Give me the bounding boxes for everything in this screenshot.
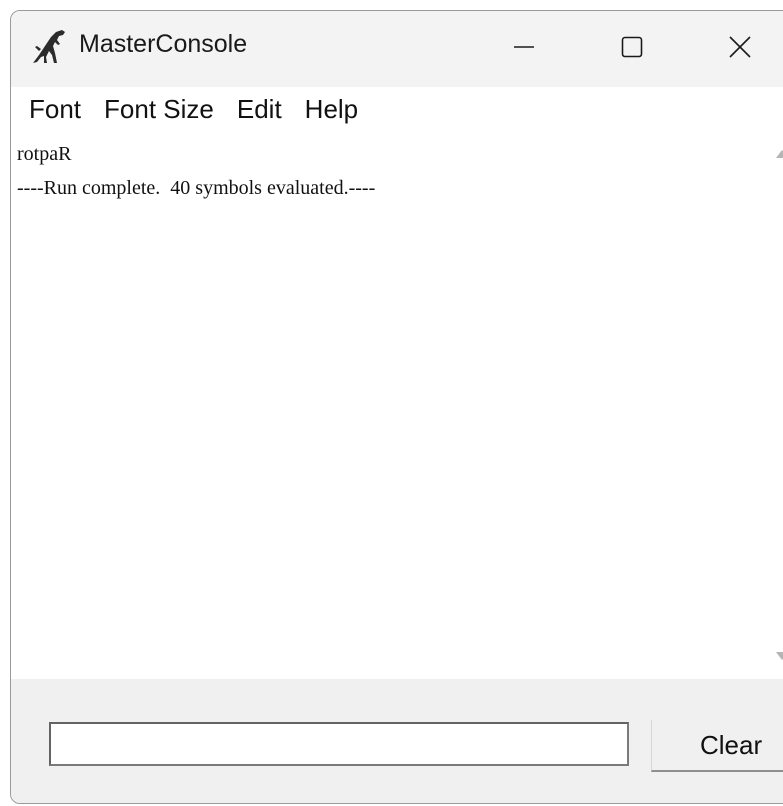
vertical-scrollbar[interactable] <box>763 131 783 679</box>
minimize-icon <box>512 35 536 59</box>
console-line: rotpaR <box>17 143 72 165</box>
menu-item-font[interactable]: Font <box>19 92 91 127</box>
scroll-down-arrow-icon[interactable] <box>763 641 783 671</box>
menu-item-font-size[interactable]: Font Size <box>94 92 224 127</box>
menu-item-edit[interactable]: Edit <box>227 92 292 127</box>
scroll-up-arrow-icon[interactable] <box>763 139 783 169</box>
clear-button[interactable]: Clear <box>651 720 783 772</box>
console-line: ----Run complete. 40 symbols evaluated.-… <box>17 177 376 199</box>
window-title: MasterConsole <box>79 30 248 58</box>
title-bar[interactable]: MasterConsole <box>11 11 783 87</box>
close-button[interactable] <box>685 11 783 83</box>
close-icon <box>728 35 752 59</box>
command-panel: Clear <box>11 679 783 803</box>
menu-bar: Font Font Size Edit Help <box>11 87 783 131</box>
maximize-button[interactable] <box>577 11 687 83</box>
command-input[interactable] <box>49 722 629 766</box>
trex-icon <box>29 27 69 67</box>
maximize-icon <box>620 35 644 59</box>
master-console-window: MasterConsole Font Font Size Edit Help r… <box>10 10 783 804</box>
console-output[interactable]: rotpaR ----Run complete. 40 symbols eval… <box>11 131 763 679</box>
minimize-button[interactable] <box>469 11 579 83</box>
menu-item-help[interactable]: Help <box>295 92 368 127</box>
